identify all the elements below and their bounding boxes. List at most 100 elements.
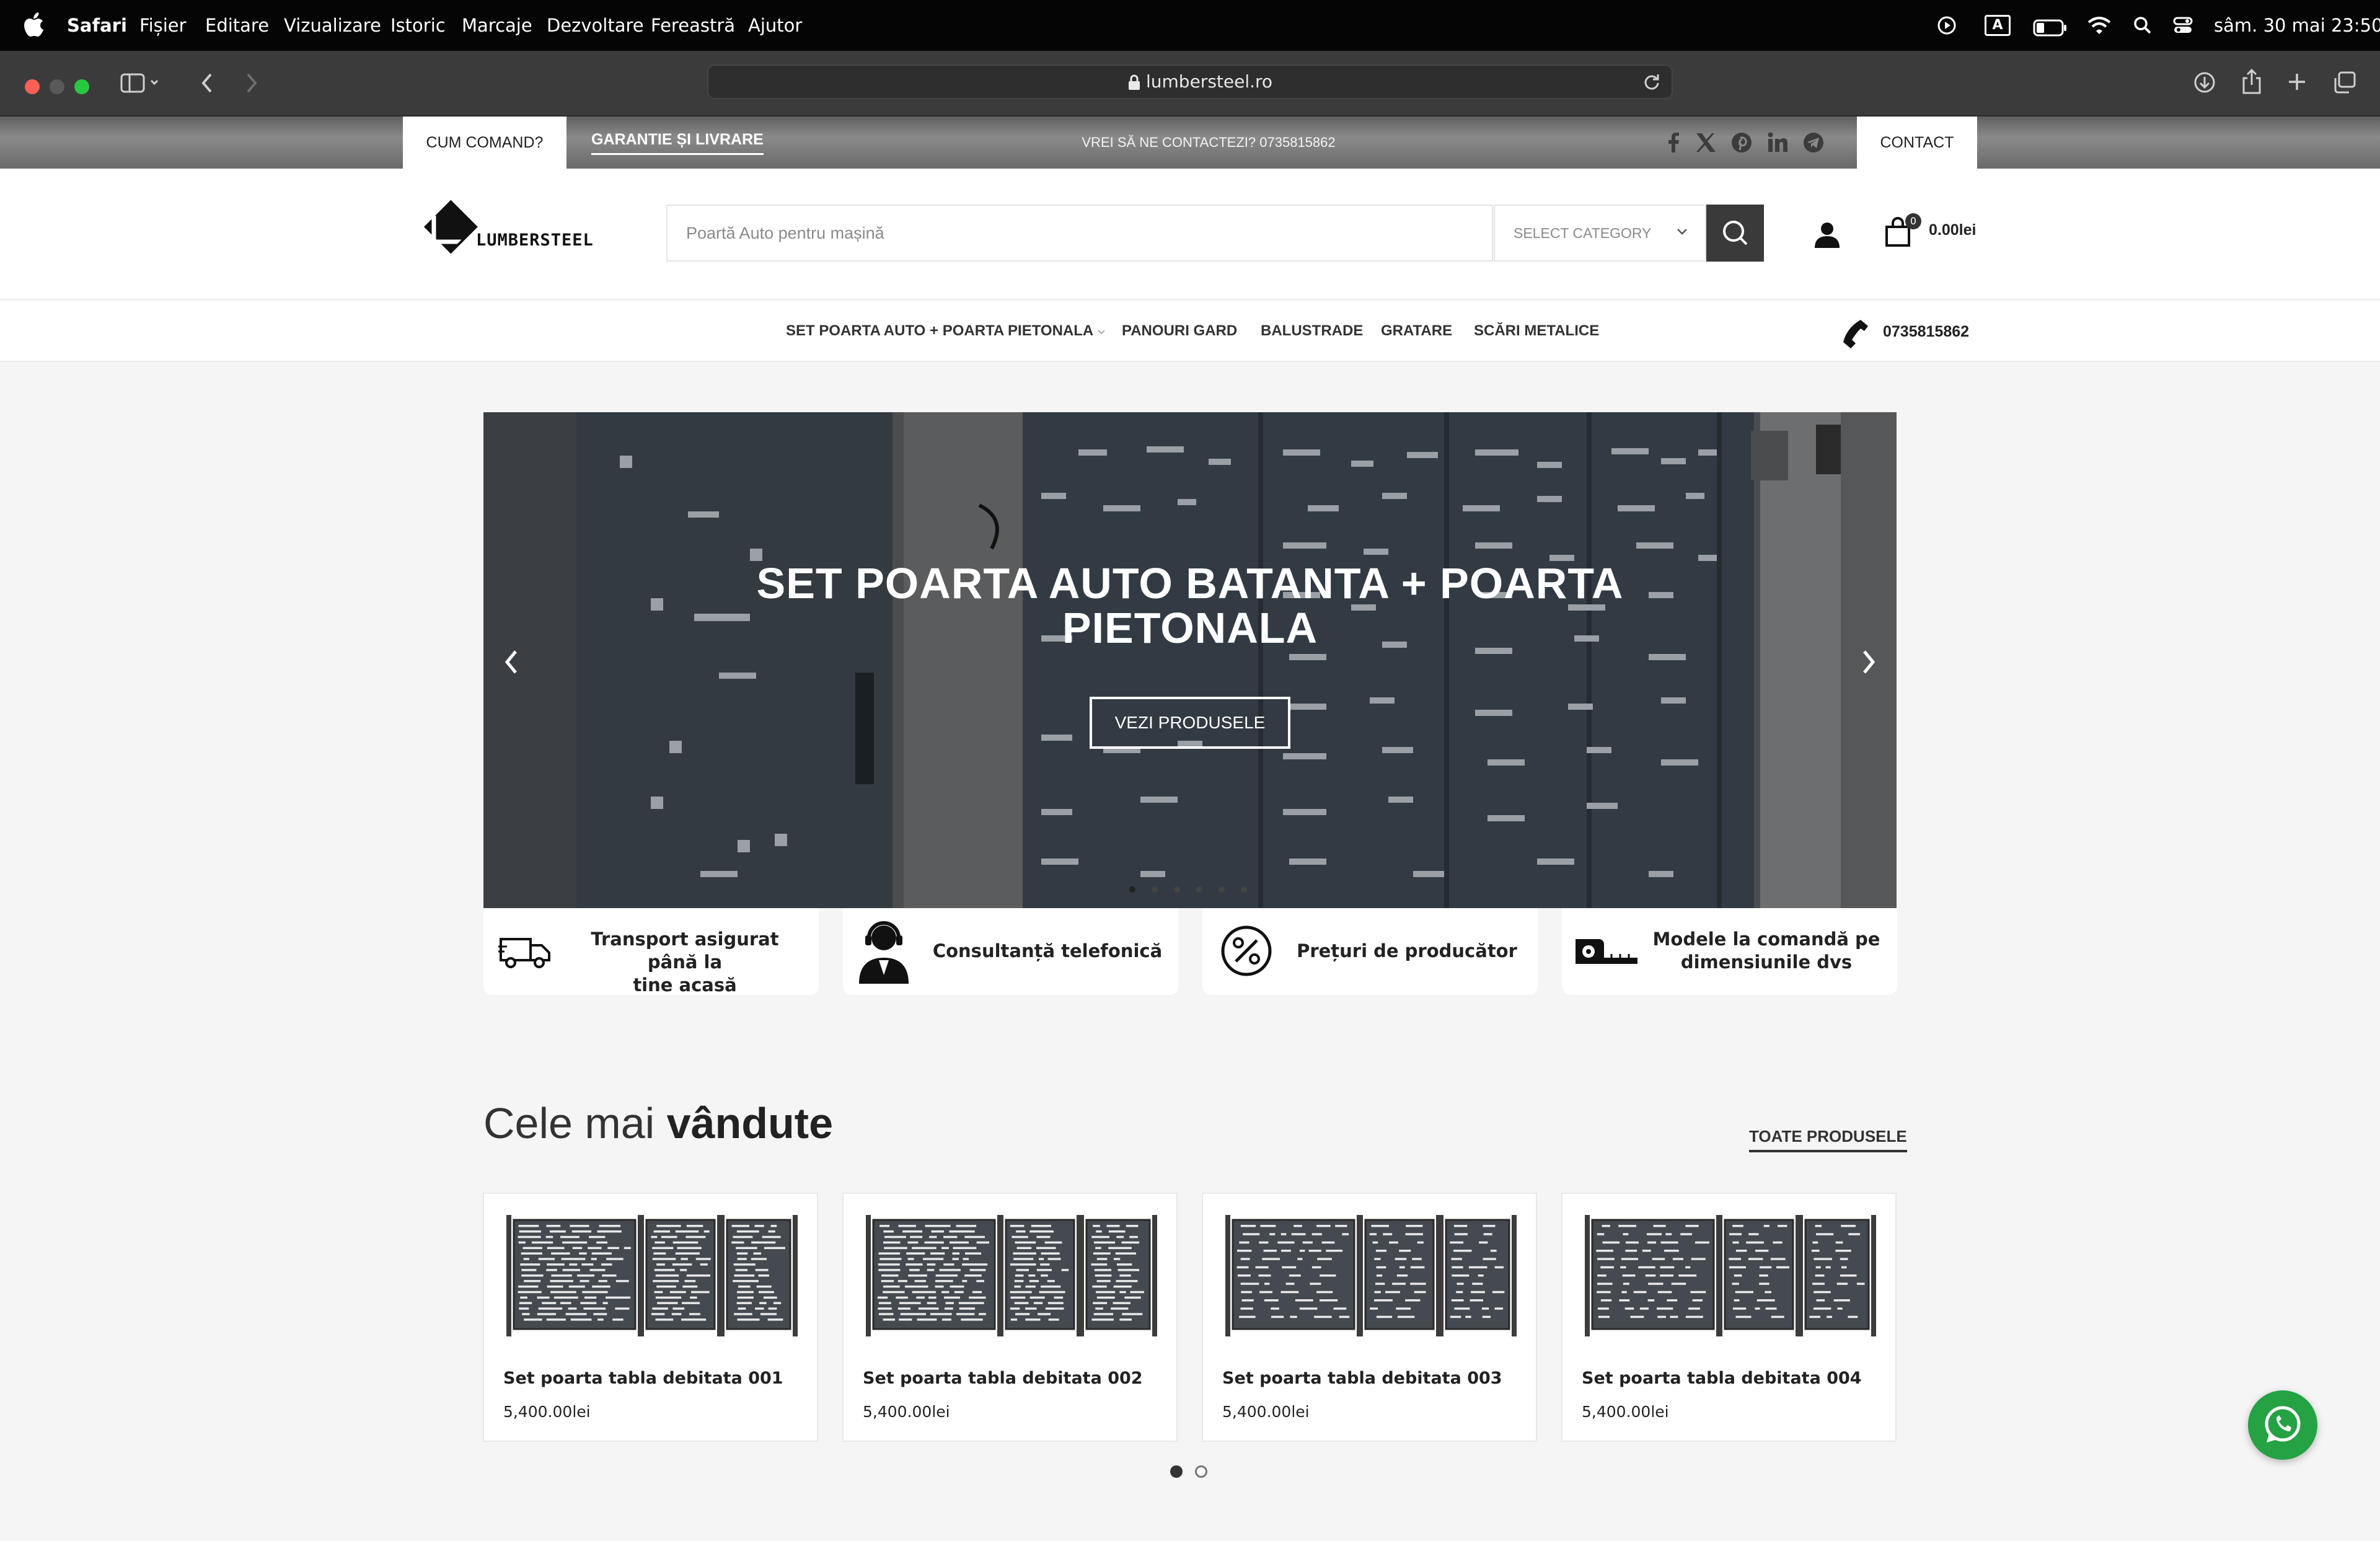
whatsapp-icon	[2265, 1406, 2301, 1442]
site-header: LUMBERSTEEL Poartă Auto pentru mașină SE…	[0, 169, 2380, 300]
nav-item-label: SET POARTA AUTO + POARTA PIETONALA	[786, 322, 1093, 339]
product-name[interactable]: Set poarta tabla debitata 002	[863, 1369, 1143, 1388]
product-name[interactable]: Set poarta tabla debitata 001	[503, 1369, 783, 1388]
product-card[interactable]: Set poarta tabla debitata 003 5,400.00le…	[1202, 1193, 1537, 1442]
feature-text-line: Modele la comandă pe	[1652, 929, 1880, 950]
contact-link[interactable]: CONTACT	[1857, 117, 1977, 169]
bestsellers-title-regular: Cele mai	[483, 1099, 667, 1147]
main-navigation: SET POARTA AUTO + POARTA PIETONALA PANOU…	[0, 301, 2380, 362]
back-icon[interactable]	[200, 72, 214, 94]
site-top-bar: CUM COMAND? GARANTIE ȘI LIVRARE VREI SĂ …	[0, 117, 2380, 169]
apple-logo-icon[interactable]	[24, 12, 45, 37]
product-card[interactable]: Set poarta tabla debitata 001 5,400.00le…	[483, 1193, 818, 1442]
feature-transport: Transport asigurat până la tine acasă	[483, 908, 819, 997]
menu-istoric[interactable]: Istoric	[390, 0, 446, 51]
menu-ajutor[interactable]: Ajutor	[748, 0, 802, 51]
product-name[interactable]: Set poarta tabla debitata 004	[1582, 1369, 1862, 1388]
slider-dot[interactable]	[1241, 886, 1247, 893]
how-to-order-link[interactable]: CUM COMAND?	[403, 117, 566, 169]
product-card[interactable]: Set poarta tabla debitata 002 5,400.00le…	[842, 1193, 1178, 1442]
tape-measure-icon	[1576, 939, 1637, 964]
menu-dezvoltare[interactable]: Dezvoltare	[547, 0, 644, 51]
product-price: 5,400.00lei	[863, 1403, 950, 1421]
category-select-label: SELECT CATEGORY	[1514, 225, 1652, 241]
menu-clock[interactable]: sâm. 30 mai 23:50	[2214, 0, 2380, 51]
share-icon[interactable]	[2241, 68, 2262, 94]
x-icon[interactable]	[1695, 131, 1717, 154]
cart-count-badge: 0	[1905, 213, 1921, 229]
address-bar[interactable]: lumbersteel.ro	[707, 64, 1673, 99]
feature-consultanta: Consultanță telefonică	[843, 908, 1178, 995]
pagination-dot[interactable]	[1195, 1465, 1207, 1478]
feature-transport-text: Transport asigurat până la tine acasă	[564, 928, 806, 997]
product-card[interactable]: Set poarta tabla debitata 004 5,400.00le…	[1561, 1193, 1897, 1442]
percent-icon	[1221, 925, 1272, 976]
reload-icon[interactable]	[1643, 73, 1660, 91]
zoom-window-button[interactable]	[74, 79, 89, 94]
slider-dot[interactable]	[1129, 886, 1135, 893]
facebook-icon[interactable]	[1662, 131, 1685, 154]
feature-preturi-text: Prețuri de producător	[1297, 940, 1517, 961]
slider-dot[interactable]	[1219, 886, 1225, 893]
product-image[interactable]	[866, 1212, 1157, 1336]
telegram-icon[interactable]	[1802, 131, 1825, 154]
chevron-left-icon[interactable]	[501, 647, 522, 678]
input-source-indicator[interactable]: A	[1985, 15, 2011, 36]
feature-text-line: Transport asigurat până la	[591, 929, 779, 973]
pagination-dot[interactable]	[1170, 1465, 1183, 1478]
search-button[interactable]	[1706, 205, 1764, 262]
menu-app-name[interactable]: Safari	[67, 0, 127, 51]
product-image[interactable]	[506, 1212, 798, 1336]
tab-overview-icon[interactable]	[2333, 71, 2356, 94]
product-price: 5,400.00lei	[1222, 1403, 1310, 1421]
nav-phone-number[interactable]: 0735815862	[1883, 301, 1969, 362]
account-icon[interactable]	[1814, 221, 1841, 248]
close-window-button[interactable]	[25, 79, 40, 94]
category-select[interactable]: SELECT CATEGORY	[1494, 205, 1706, 262]
slider-dot[interactable]	[1196, 886, 1202, 893]
cart-button[interactable]: 0	[1884, 213, 1921, 250]
pinterest-icon[interactable]	[1730, 131, 1753, 154]
nav-item-gratare[interactable]: GRATARE	[1381, 301, 1452, 361]
menu-fereastra[interactable]: Fereastră	[651, 0, 735, 51]
menu-fisier[interactable]: Fișier	[139, 0, 187, 51]
control-center-icon[interactable]	[2172, 15, 2193, 36]
downloads-icon[interactable]	[2193, 71, 2216, 94]
url-text: lumbersteel.ro	[1146, 71, 1273, 92]
spotlight-search-icon[interactable]	[2132, 15, 2153, 36]
battery-icon[interactable]	[2033, 17, 2068, 38]
search-input[interactable]: Poartă Auto pentru mașină	[686, 206, 884, 260]
bestsellers-title: Cele mai vândute	[483, 1098, 833, 1148]
warranty-delivery-link[interactable]: GARANTIE ȘI LIVRARE	[591, 117, 764, 155]
product-image[interactable]	[1585, 1212, 1876, 1336]
nav-item-panouri-gard[interactable]: PANOURI GARD	[1122, 301, 1237, 361]
site-logo[interactable]: LUMBERSTEEL	[421, 198, 593, 263]
new-tab-icon[interactable]	[2287, 72, 2307, 92]
view-products-button[interactable]: VEZI PRODUSELE	[1090, 697, 1290, 749]
menu-editare[interactable]: Editare	[205, 0, 269, 51]
product-image[interactable]	[1225, 1212, 1517, 1336]
hero-title-line-2: PIETONALA	[1062, 604, 1318, 652]
linkedin-icon[interactable]	[1766, 131, 1789, 154]
wifi-icon[interactable]	[2087, 15, 2112, 36]
hero-title-line-1: SET POARTA AUTO BATANTA + POARTA	[756, 559, 1624, 607]
minimize-window-button[interactable]	[50, 79, 64, 94]
whatsapp-chat-button[interactable]	[2248, 1390, 2317, 1460]
nav-item-set-poarta[interactable]: SET POARTA AUTO + POARTA PIETONALA	[786, 301, 1106, 361]
menu-marcaje[interactable]: Marcaje	[462, 0, 532, 51]
menu-vizualizare[interactable]: Vizualizare	[284, 0, 381, 51]
forward-icon[interactable]	[244, 72, 259, 94]
feature-text-line: dimensiunile dvs	[1680, 952, 1853, 973]
sidebar-toggle-icon[interactable]	[120, 72, 160, 94]
slider-dot[interactable]	[1152, 886, 1158, 893]
product-name[interactable]: Set poarta tabla debitata 003	[1222, 1369, 1502, 1388]
chevron-right-icon[interactable]	[1858, 647, 1879, 678]
nav-item-scari-metalice[interactable]: SCĂRI METALICE	[1474, 301, 1599, 361]
all-products-link[interactable]: TOATE PRODUSELE	[1749, 1127, 1907, 1152]
chevron-down-icon	[1677, 229, 1687, 235]
play-circle-icon[interactable]	[1936, 15, 1957, 36]
cart-total[interactable]: 0.00lei	[1929, 221, 1976, 239]
slider-dot[interactable]	[1174, 886, 1180, 893]
nav-item-balustrade[interactable]: BALUSTRADE	[1261, 301, 1363, 361]
logo-text: LUMBERSTEEL	[476, 231, 594, 250]
